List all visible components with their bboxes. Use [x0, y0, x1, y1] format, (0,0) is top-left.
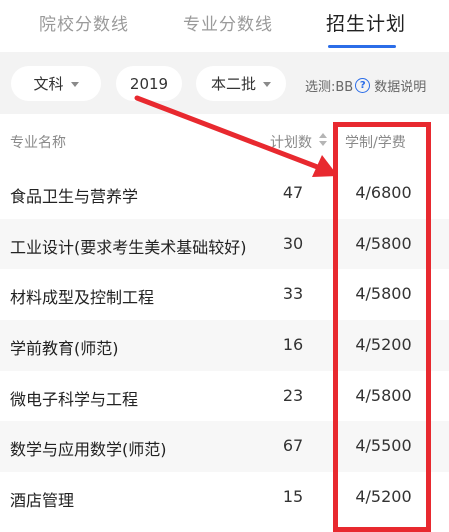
plan-count: 47: [282, 183, 304, 202]
table-row[interactable]: 酒店管理 15 4/5200: [0, 472, 449, 523]
year-select-value: 2019: [129, 74, 169, 93]
plan-count: 33: [282, 284, 304, 304]
table-row[interactable]: 工业设计(要求考生美术基础较好) 30 4/5800: [0, 218, 449, 270]
select-note-text: 选测:BB: [305, 80, 354, 95]
table-header: 专业名称 计划数 学制/学费: [0, 114, 449, 169]
plan-count: 30: [282, 233, 304, 253]
tab-enrollment-plan[interactable]: 招生计划: [326, 9, 406, 36]
help-circle-icon: ?: [355, 78, 371, 93]
major-name: 微电子科学与工程: [10, 389, 139, 409]
table-row[interactable]: 材料成型及控制工程 33 4/5800: [0, 269, 449, 321]
plan-count: 16: [282, 335, 304, 355]
major-name: 材料成型及控制工程: [10, 288, 155, 308]
duration-fee: 4/5800: [355, 284, 412, 304]
table-row[interactable]: 数学与应用数学(师范) 67 4/5500: [0, 421, 449, 473]
year-select[interactable]: 2019: [116, 66, 182, 101]
sort-icon[interactable]: [318, 133, 328, 149]
major-name: 食品卫生与营养学: [10, 187, 139, 206]
table-row[interactable]: 食品卫生与营养学 47 4/6800: [0, 168, 449, 219]
data-help-link[interactable]: ? 数据说明: [353, 76, 426, 95]
plan-count: 23: [282, 385, 304, 405]
select-info: 选测:BB ? 数据说明: [305, 76, 426, 95]
plan-count: 67: [282, 436, 304, 456]
column-header-major: 专业名称: [10, 135, 66, 151]
table-row[interactable]: 学前教育(师范) 16 4/5200: [0, 320, 449, 371]
duration-fee: 4/6800: [355, 183, 412, 202]
tab-major-score[interactable]: 专业分数线: [183, 10, 273, 35]
tab-school-score[interactable]: 院校分数线: [39, 10, 129, 35]
plan-count: 15: [282, 487, 304, 507]
table-row[interactable]: 微电子科学与工程 23 4/5800: [0, 370, 449, 422]
subject-select-value: 文科: [33, 75, 64, 93]
major-name: 学前教育(师范): [10, 339, 119, 359]
tab-bar: 院校分数线 专业分数线 招生计划: [0, 0, 449, 52]
column-header-plan[interactable]: 计划数: [270, 132, 312, 152]
table-body: 食品卫生与营养学 47 4/6800 工业设计(要求考生美术基础较好) 30 4…: [0, 168, 449, 523]
major-name: 工业设计(要求考生美术基础较好): [10, 237, 247, 257]
caret-down-icon: [263, 82, 271, 87]
duration-fee: 4/5800: [355, 233, 412, 253]
duration-fee: 4/5200: [355, 487, 412, 507]
column-header-fee: 学制/学费: [345, 135, 406, 151]
caret-down-icon: [70, 82, 79, 87]
active-tab-indicator: [328, 45, 396, 48]
batch-select-value: 本二批: [210, 75, 256, 93]
duration-fee: 4/5500: [355, 436, 412, 456]
major-name: 酒店管理: [10, 491, 75, 511]
duration-fee: 4/5800: [355, 385, 412, 405]
batch-select[interactable]: 本二批: [196, 66, 286, 101]
duration-fee: 4/5200: [355, 335, 412, 355]
data-help-label: 数据说明: [374, 80, 427, 95]
subject-select[interactable]: 文科: [11, 66, 101, 101]
major-name: 数学与应用数学(师范): [10, 440, 167, 460]
